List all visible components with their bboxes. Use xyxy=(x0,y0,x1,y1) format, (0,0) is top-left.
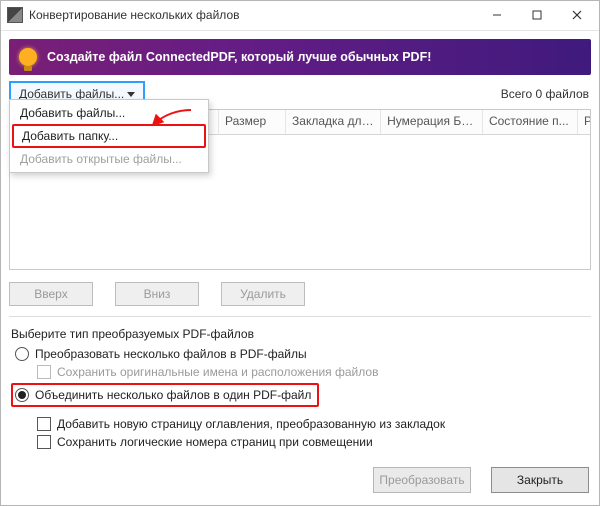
option-add-toc[interactable]: Добавить новую страницу оглавления, прео… xyxy=(37,417,589,431)
minimize-button[interactable] xyxy=(477,1,517,29)
option-convert-many[interactable]: Преобразовать несколько файлов в PDF-фай… xyxy=(15,347,589,361)
close-dialog-button[interactable]: Закрыть xyxy=(491,467,589,493)
promo-text: Создайте файл ConnectedPDF, который лучш… xyxy=(47,50,431,64)
option-keep-pagenums-label: Сохранить логические номера страниц при … xyxy=(57,435,373,449)
close-button[interactable] xyxy=(557,1,597,29)
maximize-button[interactable] xyxy=(517,1,557,29)
option-keep-names: Сохранить оригинальные имена и расположе… xyxy=(37,365,589,379)
option-convert-many-label: Преобразовать несколько файлов в PDF-фай… xyxy=(35,347,307,361)
highlight-box-merge: Объединить несколько файлов в один PDF-ф… xyxy=(11,383,319,407)
radio-icon xyxy=(15,347,29,361)
titlebar: Конвертирование нескольких файлов xyxy=(1,1,599,31)
list-buttons: Вверх Вниз Удалить xyxy=(9,282,591,306)
annotation-arrow-icon xyxy=(149,107,193,132)
col-bookmark[interactable]: Закладка для... xyxy=(286,110,381,134)
promo-banner[interactable]: Создайте файл ConnectedPDF, который лучш… xyxy=(9,39,591,76)
menu-add-open-files: Добавить открытые файлы... xyxy=(10,148,208,170)
move-down-button: Вниз xyxy=(115,282,199,306)
option-keep-names-label: Сохранить оригинальные имена и расположе… xyxy=(57,365,378,379)
bulb-icon xyxy=(19,48,37,66)
checkbox-icon xyxy=(37,435,51,449)
option-merge-one[interactable]: Объединить несколько файлов в один PDF-ф… xyxy=(15,388,311,402)
delete-button: Удалить xyxy=(221,282,305,306)
checkbox-icon xyxy=(37,417,51,431)
move-up-button: Вверх xyxy=(9,282,93,306)
radio-icon xyxy=(15,388,29,402)
divider xyxy=(9,316,591,317)
options-title: Выберите тип преобразуемых PDF-файлов xyxy=(11,327,589,341)
convert-button: Преобразовать xyxy=(373,467,471,493)
col-state[interactable]: Состояние п... xyxy=(483,110,578,134)
col-number[interactable]: Нумерация Бе... xyxy=(381,110,483,134)
file-count-label: Всего 0 файлов xyxy=(501,87,589,101)
chevron-down-icon xyxy=(127,92,135,97)
footer: Преобразовать Закрыть xyxy=(1,453,599,505)
options-section: Выберите тип преобразуемых PDF-файлов Пр… xyxy=(11,327,589,453)
option-keep-pagenums[interactable]: Сохранить логические номера страниц при … xyxy=(37,435,589,449)
col-size[interactable]: Размер xyxy=(219,110,286,134)
window-title: Конвертирование нескольких файлов xyxy=(29,8,477,22)
col-location[interactable]: Распол... xyxy=(578,110,590,134)
app-icon xyxy=(7,7,23,23)
checkbox-icon xyxy=(37,365,51,379)
option-add-toc-label: Добавить новую страницу оглавления, прео… xyxy=(57,417,445,431)
option-merge-one-label: Объединить несколько файлов в один PDF-ф… xyxy=(35,388,311,402)
